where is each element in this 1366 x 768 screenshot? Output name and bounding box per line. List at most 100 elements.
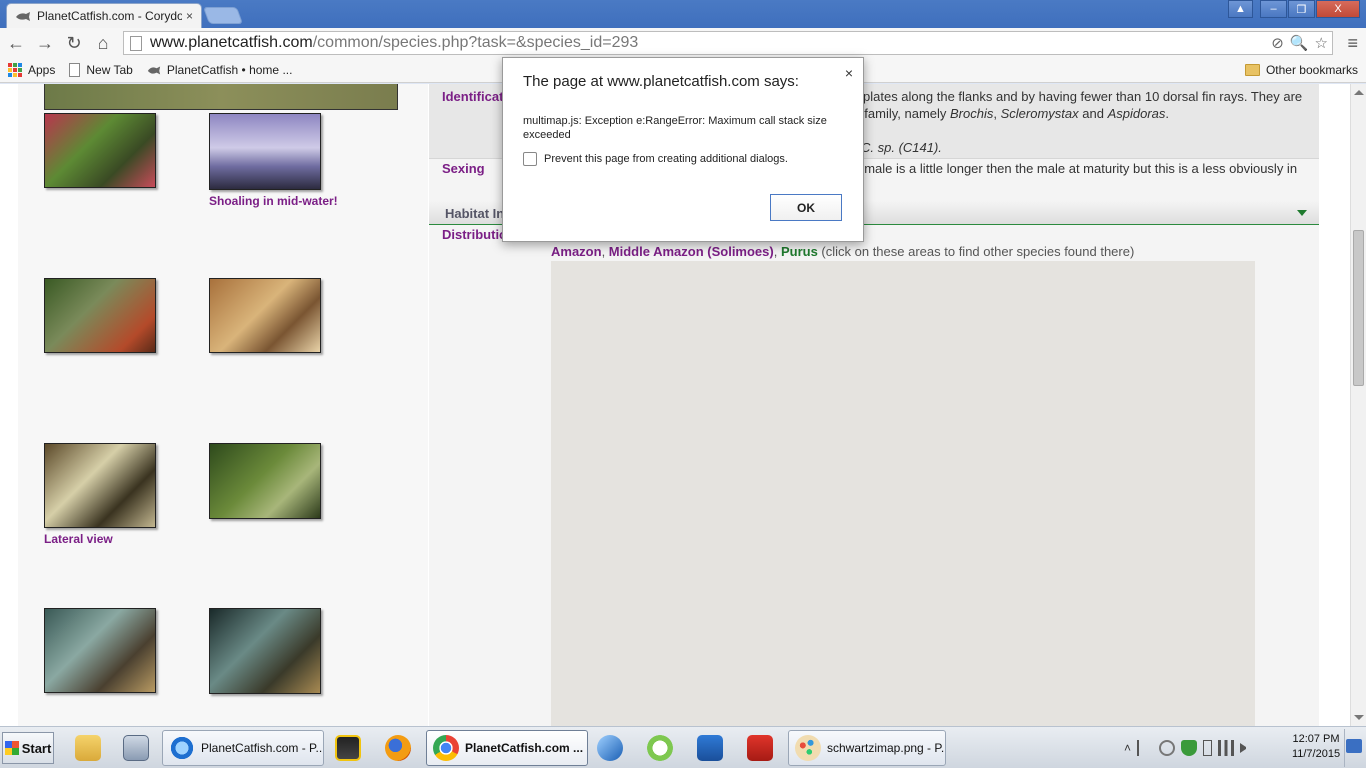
system-tray: ˄ (1118, 730, 1290, 766)
sexing-text: emale is a little longer then the male a… (857, 161, 1298, 176)
taskbar-app-blue[interactable] (590, 732, 630, 764)
url-path: /common/species.php?task=&species_id=293 (312, 34, 639, 51)
window-controls: ▲ – ❐ X (1227, 0, 1360, 18)
other-bookmarks-label: Other bookmarks (1265, 63, 1358, 77)
identification-text-line1: plates along the flanks and by having fe… (863, 89, 1303, 104)
identification-text-line3: C. sp. (C141). (861, 140, 942, 155)
distribution-link-amazon[interactable]: Amazon (551, 244, 602, 259)
dialog-close-icon[interactable]: × (845, 65, 853, 81)
media-player-icon (335, 735, 361, 761)
scroll-down-icon[interactable] (1354, 715, 1364, 720)
address-bar[interactable]: www.planetcatfish.com/common/species.php… (123, 31, 1333, 55)
user-profile-icon[interactable]: ▲ (1228, 0, 1253, 18)
gallery-thumbnail[interactable] (44, 608, 156, 693)
zoom-icon[interactable]: 🔍 (1290, 34, 1309, 52)
outlook-icon (697, 735, 723, 761)
distribution-map[interactable] (551, 261, 1255, 726)
taskbar-task-paint[interactable]: schwartzimap.png - P... (788, 730, 946, 766)
tab-title: PlanetCatfish.com - Corydoras (37, 9, 182, 23)
taskbar-acrobat[interactable] (740, 732, 780, 764)
page-icon (130, 35, 142, 51)
taskbar-clock[interactable]: 12:07 PM 11/7/2015 (1290, 732, 1342, 762)
apps-grid-icon (8, 63, 22, 77)
tray-expand-icon[interactable]: ˄ (1124, 741, 1131, 755)
action-center-flag-icon[interactable] (1137, 740, 1153, 756)
bookmark-star-icon[interactable]: ☆ (1315, 34, 1328, 52)
distribution-link-middle-amazon[interactable]: Middle Amazon (Solimoes) (609, 244, 774, 259)
distribution-note: (click on these areas to find other spec… (817, 244, 1135, 259)
chrome-menu-icon[interactable]: ≡ (1347, 33, 1358, 54)
gallery-thumbnail[interactable] (209, 113, 321, 190)
folder-explorer-icon (75, 735, 101, 761)
taskbar-calculator[interactable] (116, 732, 156, 764)
gallery-thumbnail[interactable] (209, 608, 321, 694)
gallery-caption[interactable]: Shoaling in mid-water! (209, 194, 338, 208)
security-shield-icon[interactable] (1181, 740, 1198, 756)
bookmark-apps-label: Apps (28, 63, 56, 77)
dialog-message: multimap.js: Exception e:RangeError: Max… (523, 115, 827, 141)
start-button[interactable]: Start (2, 732, 54, 764)
back-icon[interactable]: ← (3, 30, 29, 56)
green-ring-app-icon (647, 735, 673, 761)
windows-taskbar: Start PlanetCatfish.com - P... PlanetCat… (0, 726, 1366, 768)
taskbar-task-label: PlanetCatfish.com - P... (201, 741, 324, 755)
javascript-alert-dialog: The page at www.planetcatfish.com says: … (502, 57, 864, 242)
catfish-icon (147, 66, 160, 75)
restore-button[interactable]: ❐ (1288, 0, 1315, 18)
separator-2: and (1078, 106, 1108, 121)
ok-button[interactable]: OK (770, 194, 842, 221)
taskbar-task-chrome[interactable]: PlanetCatfish.com ... (426, 730, 588, 766)
omnibox-actions: ⊘ 🔍 ☆ (1271, 34, 1328, 52)
folder-icon (1244, 64, 1260, 76)
gallery-thumbnail[interactable] (44, 278, 156, 353)
expand-arrow-icon[interactable] (1297, 210, 1307, 216)
taskbar-task-label: PlanetCatfish.com ... (465, 741, 584, 755)
dialog-title: The page at www.planetcatfish.com says: (523, 73, 799, 90)
new-tab-button[interactable] (202, 7, 244, 24)
page-scrollbar[interactable] (1350, 84, 1366, 726)
bookmark-planetcatfish[interactable]: PlanetCatfish • home ... (147, 63, 292, 77)
distribution-links: Amazon, Middle Amazon (Solimoes), Purus … (551, 244, 1134, 259)
url-host: www.planetcatfish.com (150, 34, 313, 51)
taskbar-task-ie[interactable]: PlanetCatfish.com - P... (162, 730, 324, 766)
start-label: Start (21, 740, 52, 756)
gallery-caption[interactable]: Lateral view (44, 532, 113, 546)
scroll-up-icon[interactable] (1354, 90, 1364, 95)
gallery-thumbnail[interactable] (44, 443, 156, 528)
reload-icon[interactable]: ↻ (61, 30, 87, 56)
gallery-thumbnail[interactable] (209, 278, 321, 353)
distribution-comma: , (601, 244, 609, 259)
bookmark-apps[interactable]: Apps (8, 63, 55, 77)
scroll-thumb[interactable] (1353, 230, 1364, 386)
gallery-thumbnail[interactable] (44, 113, 156, 188)
volume-speaker-icon[interactable] (1240, 743, 1247, 753)
other-bookmarks[interactable]: Other bookmarks (1244, 63, 1358, 77)
blocked-popup-icon[interactable]: ⊘ (1271, 34, 1284, 52)
prevent-dialogs-checkbox[interactable] (523, 152, 537, 166)
battery-icon[interactable] (1203, 740, 1213, 756)
identification-text-line2: sub-family, namely Brochis, Scleromystax… (839, 106, 1169, 121)
chrome-icon (433, 735, 459, 761)
browser-toolbar: ← → ↻ ⌂ www.planetcatfish.com/common/spe… (0, 28, 1366, 58)
home-icon[interactable]: ⌂ (90, 30, 116, 56)
taskbar-explorer[interactable] (68, 732, 108, 764)
bookmark-new-tab[interactable]: New Tab (69, 63, 133, 77)
taskbar-firefox[interactable] (378, 732, 418, 764)
minimize-button[interactable]: – (1260, 0, 1287, 18)
gallery-thumbnail[interactable] (209, 443, 321, 519)
habitat-header-label: Habitat In (445, 206, 505, 221)
notification-icon[interactable] (1346, 739, 1362, 753)
taskbar-app-green[interactable] (640, 732, 680, 764)
close-window-button[interactable]: X (1316, 0, 1360, 18)
prevent-dialogs-option[interactable]: Prevent this page from creating addition… (523, 152, 788, 166)
tab-close-icon[interactable]: × (186, 9, 193, 23)
signal-bars-icon[interactable] (1218, 740, 1235, 756)
taskbar-outlook[interactable] (690, 732, 730, 764)
network-share-icon[interactable] (1159, 740, 1176, 756)
distribution-link-purus[interactable]: Purus (781, 244, 818, 259)
tab-planetcatfish[interactable]: PlanetCatfish.com - Corydoras × (6, 3, 202, 28)
taskbar-media-player[interactable] (328, 732, 368, 764)
forward-icon[interactable]: → (32, 30, 58, 56)
genus-scleromystax: Scleromystax (1000, 106, 1079, 121)
blue-swirl-app-icon (597, 735, 623, 761)
